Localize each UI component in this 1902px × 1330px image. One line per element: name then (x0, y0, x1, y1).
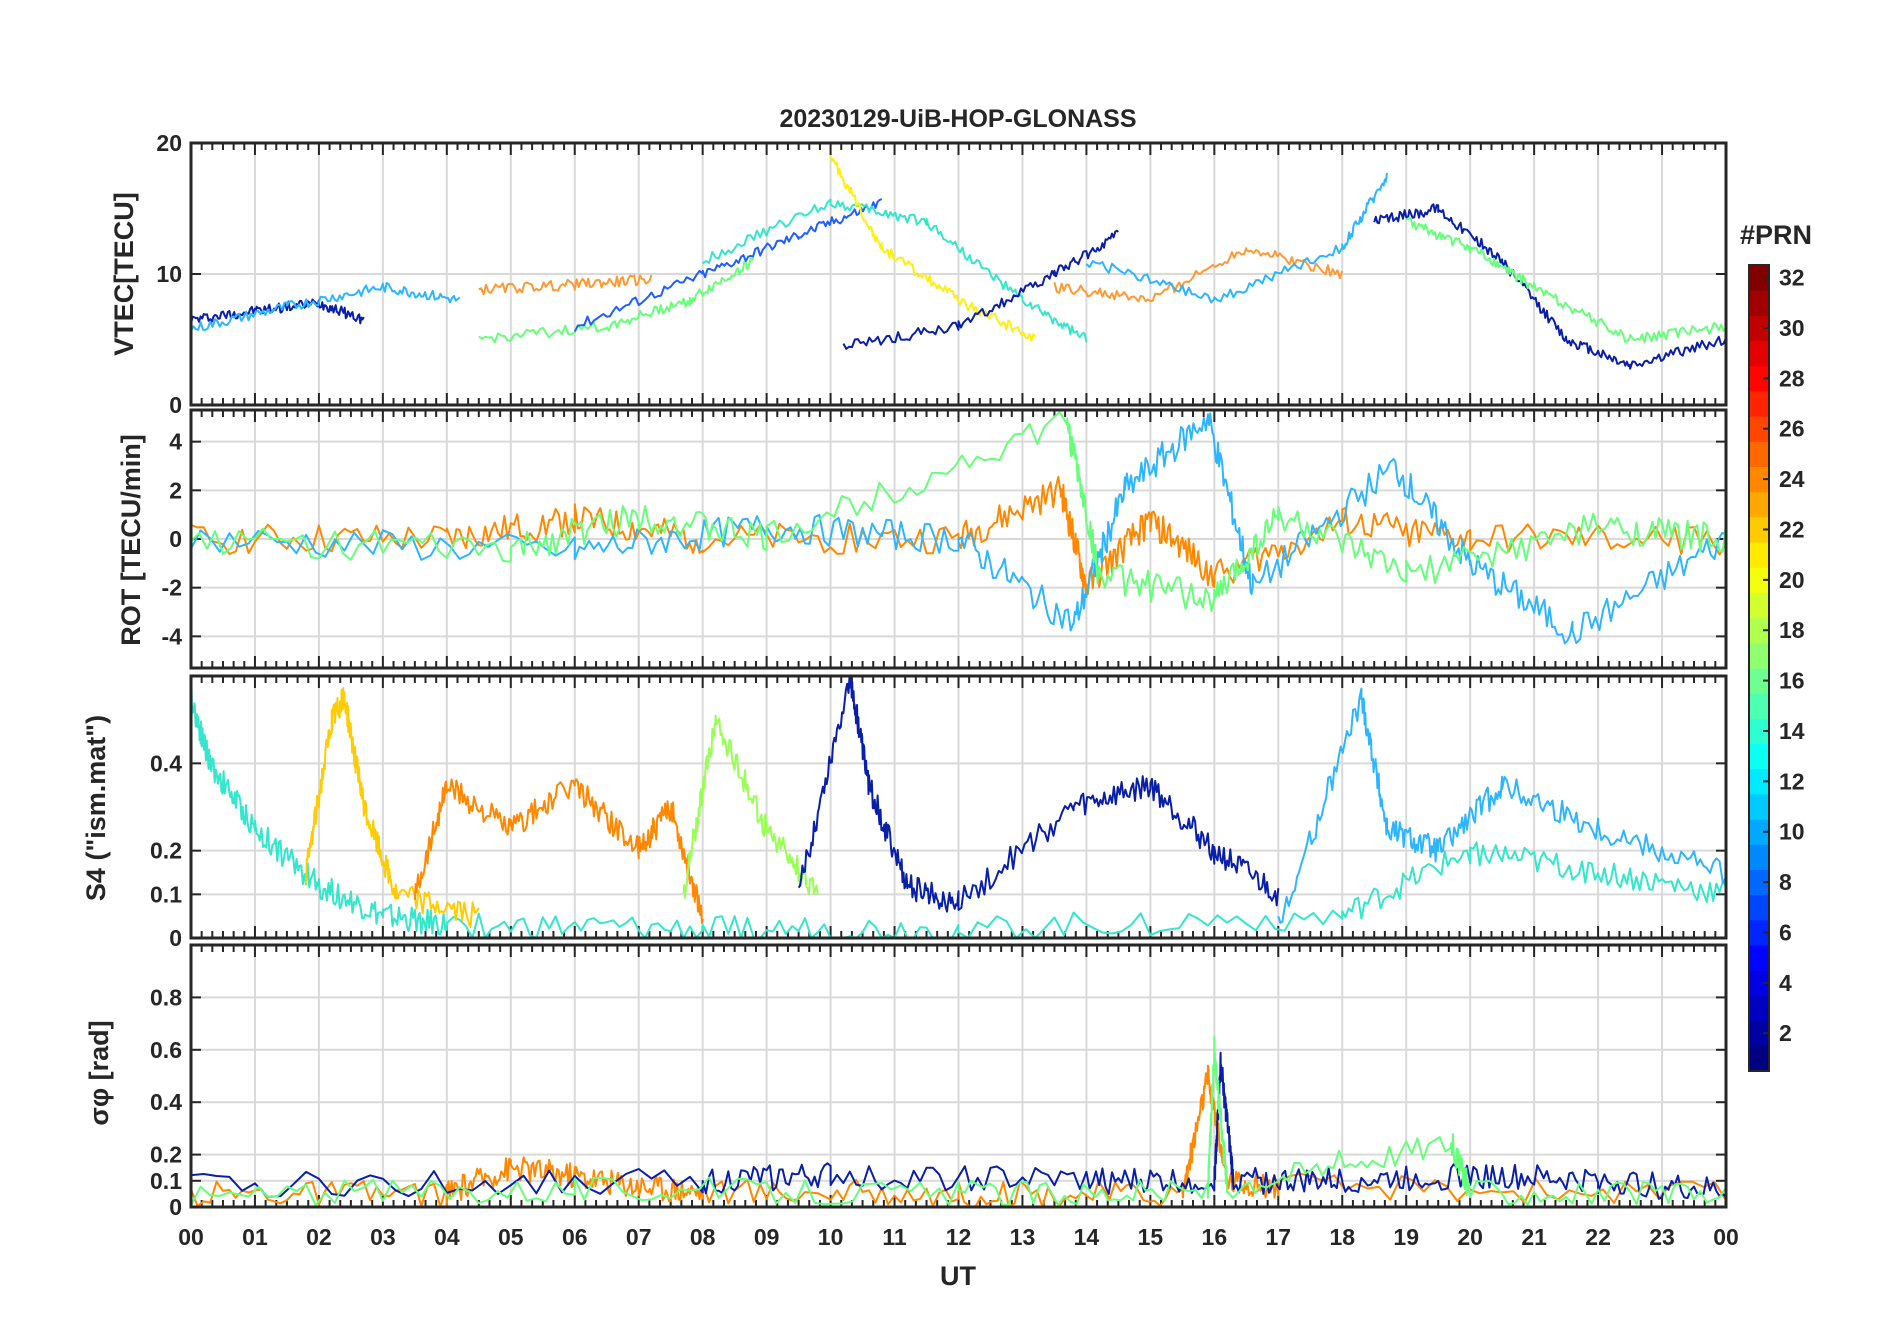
x-tick-label: 02 (306, 1224, 332, 1250)
x-tick-label: 16 (1202, 1224, 1228, 1250)
x-tick-label: 08 (690, 1224, 716, 1250)
colorbar-tick-label: 6 (1779, 919, 1792, 945)
x-axis-label: UT (940, 1261, 976, 1291)
x-tick-label: 09 (754, 1224, 780, 1250)
sigma-phi-y-tick-label: 0 (169, 1194, 182, 1220)
colorbar-tick-label: 22 (1779, 516, 1805, 542)
colorbar-swatch (1749, 542, 1769, 568)
figure: 20230129-UiB-HOP-GLONASS 01020 -4-2024 0… (81, 105, 1812, 1291)
colorbar-swatch (1749, 340, 1769, 367)
figure-title: 20230129-UiB-HOP-GLONASS (779, 105, 1136, 133)
rot-panel: -4 -2 0 2 4 (162, 408, 1728, 670)
x-tick-label: 04 (434, 1224, 460, 1250)
sigma-phi-y-tick-label: 0.1 (150, 1168, 182, 1194)
colorbar: 2468101214161820222426283032 (1748, 264, 1805, 1072)
s4-y-tick-label: 0.1 (150, 881, 182, 907)
colorbar-swatch (1749, 945, 1769, 971)
vtec-panel: 0 10 20 (156, 130, 1728, 418)
colorbar-swatch (1749, 844, 1769, 870)
x-tick-label: 22 (1585, 1224, 1611, 1250)
rot-y-tick-label: 4 (169, 429, 182, 455)
colorbar-swatch (1749, 290, 1769, 316)
x-tick-label: 19 (1393, 1224, 1419, 1250)
colorbar-tick-label: 30 (1779, 315, 1805, 341)
colorbar-tick-label: 18 (1779, 617, 1805, 643)
rot-y-tick-label: -4 (162, 623, 183, 649)
x-tick-label: 03 (370, 1224, 396, 1250)
rot-y-tick-label: 0 (169, 526, 182, 552)
s4-y-tick-label: 0.4 (150, 750, 182, 776)
colorbar-swatch (1749, 491, 1769, 518)
colorbar-tick-label: 20 (1779, 567, 1805, 593)
x-tick-label: 05 (498, 1224, 524, 1250)
x-tick-label: 10 (818, 1224, 844, 1250)
colorbar-swatch (1749, 693, 1769, 719)
colorbar-tick-label: 26 (1779, 416, 1805, 442)
colorbar-swatch (1749, 743, 1769, 770)
colorbar-swatch (1749, 1045, 1769, 1072)
colorbar-tick-label: 4 (1779, 970, 1792, 996)
x-tick-label: 00 (1713, 1224, 1739, 1250)
colorbar-tick-label: 14 (1779, 718, 1805, 744)
x-tick-label: 21 (1521, 1224, 1547, 1250)
rot-y-tick-label: -2 (162, 575, 182, 601)
y-axis-label-vtec: VTEC[TECU] (109, 192, 139, 356)
x-tick-label: 14 (1074, 1224, 1100, 1250)
x-tick-labels: 00 01 02 03 04 05 06 07 08 09 10 11 12 13 14 15 16 17 18 19… (178, 1224, 1739, 1250)
sigma-phi-y-tick-label: 0.4 (150, 1089, 182, 1115)
vtec-y-tick-label: 10 (156, 261, 182, 287)
sigma-phi-panel: 00.10.2 0.4 0.6 0.8 (150, 943, 1728, 1220)
x-tick-label: 15 (1138, 1224, 1164, 1250)
colorbar-swatch (1749, 894, 1769, 921)
colorbar-tick-label: 2 (1779, 1020, 1792, 1046)
colorbar-tick-label: 8 (1779, 869, 1792, 895)
colorbar-swatch (1749, 995, 1769, 1022)
x-tick-label: 13 (1010, 1224, 1036, 1250)
x-tick-label: 12 (946, 1224, 972, 1250)
y-axis-label-s4: S4 ("ism.mat") (81, 715, 111, 901)
rot-y-tick-label: 2 (169, 477, 182, 503)
x-tick-label: 20 (1457, 1224, 1483, 1250)
x-tick-label: 17 (1265, 1224, 1291, 1250)
colorbar-swatch (1749, 642, 1769, 669)
colorbar-swatch (1749, 390, 1769, 417)
x-tick-label: 23 (1649, 1224, 1675, 1250)
colorbar-tick-label: 12 (1779, 768, 1805, 794)
colorbar-swatch (1749, 592, 1769, 619)
colorbar-tick-label: 24 (1779, 466, 1805, 492)
y-axis-label-sigma-phi: σφ [rad] (84, 1020, 114, 1125)
x-tick-label: 07 (626, 1224, 652, 1250)
vtec-y-tick-label: 20 (156, 130, 182, 156)
s4-y-tick-label: 0 (169, 925, 182, 951)
s4-panel: 0 0.1 0.2 0.4 (150, 674, 1728, 951)
colorbar-swatch (1749, 793, 1769, 820)
colorbar-tick-label: 16 (1779, 668, 1805, 694)
colorbar-tick-label: 10 (1779, 819, 1805, 845)
x-tick-label: 06 (562, 1224, 588, 1250)
y-axis-label-rot: ROT [TECU/min] (116, 434, 146, 645)
x-tick-label: 18 (1329, 1224, 1355, 1250)
x-tick-label: 00 (178, 1224, 204, 1250)
colorbar-tick-label: 32 (1779, 265, 1805, 291)
vtec-y-tick-label: 0 (169, 392, 182, 418)
colorbar-swatch (1749, 441, 1769, 467)
sigma-phi-y-tick-label: 0.8 (150, 984, 182, 1010)
s4-y-tick-label: 0.2 (150, 838, 182, 864)
x-tick-label: 01 (242, 1224, 268, 1250)
sigma-phi-y-tick-label: 0.6 (150, 1037, 182, 1063)
x-tick-label: 11 (882, 1224, 907, 1250)
colorbar-tick-label: 28 (1779, 365, 1805, 391)
colorbar-label: #PRN (1740, 220, 1812, 250)
sigma-phi-y-tick-label: 0.2 (150, 1142, 182, 1168)
